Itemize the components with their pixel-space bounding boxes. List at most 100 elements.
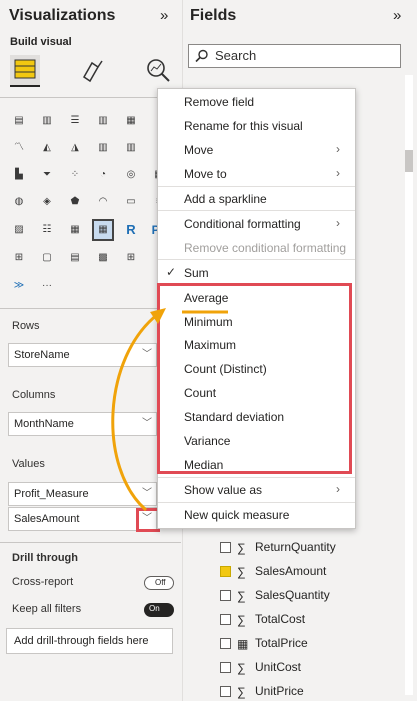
menu-divider bbox=[158, 259, 355, 260]
values-field-sales: SalesAmount bbox=[14, 513, 80, 525]
field-label: SalesAmount bbox=[255, 564, 327, 578]
decomposition-tree-icon[interactable]: ⊞ bbox=[122, 249, 140, 267]
line-column-chart-icon[interactable]: ▥ bbox=[94, 139, 112, 157]
waterfall-chart-icon[interactable]: ▙ bbox=[10, 166, 28, 184]
collapse-fields-icon[interactable]: » bbox=[393, 7, 401, 24]
field-label: ReturnQuantity bbox=[255, 540, 336, 554]
annotation-arrow bbox=[111, 308, 228, 512]
chevron-right-icon: › bbox=[336, 142, 340, 156]
checkbox-checked[interactable] bbox=[220, 566, 231, 578]
checkbox[interactable] bbox=[220, 662, 231, 674]
values-label: Values bbox=[12, 458, 45, 470]
field-item-salesquantity[interactable]: ∑ SalesQuantity bbox=[220, 586, 330, 604]
cross-report-toggle[interactable]: Off bbox=[144, 576, 174, 590]
chevron-right-icon: › bbox=[336, 482, 340, 496]
paintbrush-icon bbox=[83, 60, 103, 83]
map-icon[interactable]: ◍ bbox=[10, 193, 28, 211]
field-item-totalprice[interactable]: ▦ TotalPrice bbox=[220, 634, 308, 652]
rows-label: Rows bbox=[12, 320, 40, 332]
qna-icon[interactable]: ▢ bbox=[38, 249, 56, 267]
clustered-bar-chart-icon[interactable]: ☰ bbox=[66, 112, 84, 130]
gauge-icon[interactable]: ◠ bbox=[94, 193, 112, 211]
chevron-right-icon: › bbox=[336, 216, 340, 230]
area-chart-icon[interactable]: ◭ bbox=[38, 139, 56, 157]
donut-chart-icon[interactable]: ◎ bbox=[122, 166, 140, 184]
sigma-icon: ∑ bbox=[237, 540, 246, 555]
stacked-bar-chart-icon[interactable]: ▤ bbox=[10, 112, 28, 130]
sigma-icon: ∑ bbox=[237, 564, 246, 579]
menu-conditional-formatting[interactable]: Conditional formatting bbox=[184, 216, 301, 232]
magnifier-chart-icon bbox=[147, 59, 170, 82]
filled-map-icon[interactable]: ◈ bbox=[38, 193, 56, 211]
checkbox[interactable] bbox=[220, 686, 231, 698]
funnel-chart-icon[interactable]: ⏷ bbox=[38, 166, 56, 184]
rows-field-value: StoreName bbox=[14, 349, 70, 361]
menu-move[interactable]: Move bbox=[184, 142, 213, 158]
format-visual-tab[interactable] bbox=[78, 55, 108, 85]
field-item-totalcost[interactable]: ∑ TotalCost bbox=[220, 610, 305, 628]
clustered-column-chart-icon[interactable]: ▥ bbox=[94, 112, 112, 130]
add-drill-through-fields[interactable]: Add drill-through fields here bbox=[6, 628, 173, 654]
fields-title: Fields bbox=[190, 7, 237, 24]
menu-add-sparkline[interactable]: Add a sparkline bbox=[184, 191, 267, 207]
checkbox[interactable] bbox=[220, 590, 231, 602]
field-item-returnquantity[interactable]: ∑ ReturnQuantity bbox=[220, 538, 336, 556]
chevron-right-icon: › bbox=[336, 166, 340, 180]
drill-through-label: Drill through bbox=[12, 552, 78, 564]
field-item-unitprice[interactable]: ∑ UnitPrice bbox=[220, 682, 304, 700]
menu-rename[interactable]: Rename for this visual bbox=[184, 118, 303, 134]
columns-field-value: MonthName bbox=[14, 418, 74, 430]
checkmark-icon: ✓ bbox=[166, 265, 177, 279]
shape-map-icon[interactable]: ⬟ bbox=[66, 193, 84, 211]
collapse-visualizations-icon[interactable]: » bbox=[160, 7, 168, 24]
checkbox[interactable] bbox=[220, 542, 231, 554]
menu-sum[interactable]: Sum bbox=[184, 265, 209, 281]
values-field-profit: Profit_Measure bbox=[14, 488, 89, 500]
keep-filters-toggle[interactable]: On bbox=[144, 603, 174, 617]
menu-move-to[interactable]: Move to bbox=[184, 166, 227, 182]
menu-remove-field[interactable]: Remove field bbox=[184, 94, 254, 110]
calculator-icon: ▦ bbox=[237, 636, 249, 651]
stacked-area-chart-icon[interactable]: ◮ bbox=[66, 139, 84, 157]
checkbox[interactable] bbox=[220, 614, 231, 626]
cross-report-label: Cross-report bbox=[12, 576, 74, 588]
100-stacked-bar-icon[interactable]: ▦ bbox=[122, 112, 140, 130]
build-visual-label: Build visual bbox=[10, 36, 72, 48]
slicer-icon[interactable]: ☷ bbox=[38, 221, 56, 239]
pie-chart-icon[interactable]: ◔ bbox=[94, 166, 112, 184]
search-icon bbox=[195, 49, 208, 63]
paginated-report-icon[interactable]: ▤ bbox=[66, 249, 84, 267]
line-stacked-column-icon[interactable]: ▥ bbox=[122, 139, 140, 157]
field-item-salesamount[interactable]: ∑ SalesAmount bbox=[220, 562, 326, 580]
stacked-column-chart-icon[interactable]: ▥ bbox=[38, 112, 56, 130]
sigma-icon: ∑ bbox=[237, 660, 246, 675]
power-automate-icon[interactable]: ≫ bbox=[10, 277, 28, 295]
columns-label: Columns bbox=[12, 389, 56, 401]
field-label: UnitCost bbox=[255, 660, 302, 674]
matrix-icon[interactable]: ▦ bbox=[92, 219, 114, 241]
visualizations-title: Visualizations bbox=[9, 7, 116, 24]
sigma-icon: ∑ bbox=[237, 684, 246, 699]
line-chart-icon[interactable]: 〽 bbox=[10, 139, 28, 157]
key-influencers-icon[interactable]: ⊞ bbox=[10, 249, 28, 267]
fields-scrollbar-thumb[interactable] bbox=[405, 150, 413, 172]
field-label: TotalCost bbox=[255, 612, 306, 626]
more-visuals-icon[interactable]: ··· bbox=[38, 277, 56, 295]
field-label: SalesQuantity bbox=[255, 588, 330, 602]
kpi-icon[interactable]: ▨ bbox=[10, 221, 28, 239]
table-icon[interactable]: ▦ bbox=[66, 221, 84, 239]
smart-narrative-icon[interactable]: ▩ bbox=[94, 249, 112, 267]
menu-divider bbox=[158, 210, 355, 211]
checkbox[interactable] bbox=[220, 638, 231, 650]
card-icon[interactable]: ▭ bbox=[122, 193, 140, 211]
scatter-chart-icon[interactable]: ⁘ bbox=[66, 166, 84, 184]
table-fields-icon bbox=[14, 59, 36, 79]
fields-search-input[interactable]: Search bbox=[188, 44, 401, 68]
field-item-unitcost[interactable]: ∑ UnitCost bbox=[220, 658, 301, 676]
build-visual-tab[interactable] bbox=[10, 55, 40, 87]
r-visual-icon[interactable]: R bbox=[122, 221, 140, 239]
keep-filters-label: Keep all filters bbox=[12, 603, 82, 615]
menu-remove-conditional-formatting: Remove conditional formatting bbox=[184, 241, 347, 255]
analytics-tab[interactable] bbox=[143, 55, 173, 85]
sigma-icon: ∑ bbox=[237, 588, 246, 603]
